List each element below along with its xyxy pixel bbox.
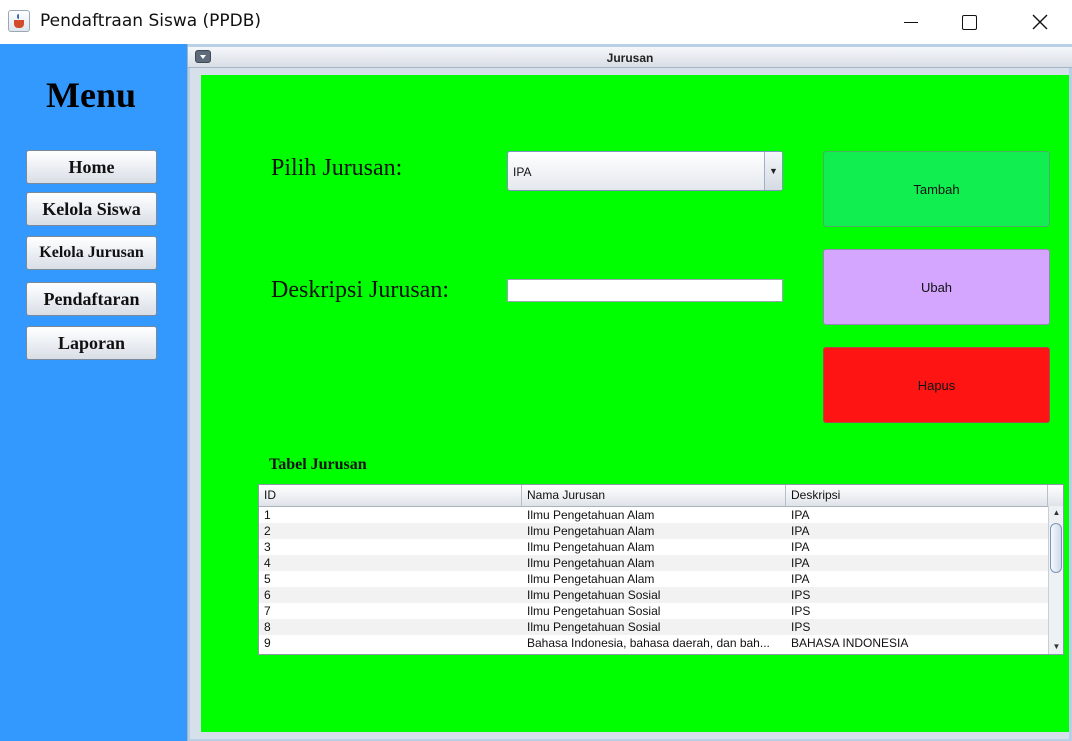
scroll-up-arrow-icon[interactable]: ▲	[1049, 506, 1063, 520]
minimize-icon	[904, 21, 918, 23]
java-cup-icon	[8, 10, 30, 32]
cell-id: 1	[264, 508, 271, 522]
cell-id: 6	[264, 588, 271, 602]
pilih-jurusan-label: Pilih Jurusan:	[271, 155, 403, 181]
internal-frame-body: Pilih Jurusan: IPA ▼ Deskripsi Jurusan: …	[190, 68, 1069, 739]
table-row[interactable]: 9 Bahasa Indonesia, bahasa daerah, dan ba…	[259, 635, 1048, 651]
jurusan-dropdown-value: IPA	[513, 165, 532, 179]
column-header-deskripsi[interactable]: Deskripsi	[786, 485, 1048, 506]
ubah-button[interactable]: Ubah	[823, 249, 1050, 325]
cell-nama-jurusan: Ilmu Pengetahuan Sosial	[527, 620, 661, 634]
cell-nama-jurusan: Ilmu Pengetahuan Sosial	[527, 604, 661, 618]
cell-nama-jurusan: Bahasa Indonesia, bahasa daerah, dan bah…	[527, 636, 770, 650]
table-row[interactable]: 6 Ilmu Pengetahuan Sosial IPS	[259, 587, 1048, 603]
tambah-button[interactable]: Tambah	[823, 151, 1050, 227]
close-button[interactable]	[1005, 0, 1072, 44]
jurusan-dropdown[interactable]: IPA ▼	[507, 151, 783, 191]
cell-nama-jurusan: Ilmu Pengetahuan Alam	[527, 508, 655, 522]
menu-title: Menu	[46, 75, 136, 115]
cell-id: 3	[264, 540, 271, 554]
deskripsi-jurusan-label: Deskripsi Jurusan:	[271, 277, 449, 303]
cell-id: 2	[264, 524, 271, 538]
cell-id: 9	[264, 636, 271, 650]
cell-id: 8	[264, 620, 271, 634]
cell-deskripsi: IPA	[791, 556, 810, 570]
cell-deskripsi: IPS	[791, 620, 811, 634]
internal-frame-title: Jurusan	[606, 51, 654, 65]
cell-deskripsi: IPA	[791, 572, 810, 586]
sidebar-menu: Menu Home Kelola Siswa Kelola Jurusan Pe…	[0, 44, 187, 741]
cell-deskripsi: IPS	[791, 588, 811, 602]
window-title-bar: Pendaftraan Siswa (PPDB)	[0, 0, 1072, 45]
cell-nama-jurusan: Ilmu Pengetahuan Alam	[527, 556, 655, 570]
cell-nama-jurusan: Ilmu Pengetahuan Alam	[527, 524, 655, 538]
sidebar-item-laporan[interactable]: Laporan	[26, 326, 157, 360]
form-panel: Pilih Jurusan: IPA ▼ Deskripsi Jurusan: …	[201, 75, 1069, 732]
cell-deskripsi: BAHASA INDONESIA	[791, 636, 909, 650]
maximize-icon	[961, 14, 977, 30]
cell-deskripsi: IPA	[791, 540, 810, 554]
jurusan-table[interactable]: ID Nama Jurusan Deskripsi 1 Ilmu Pengetah…	[258, 484, 1064, 655]
table-row[interactable]: 1 Ilmu Pengetahuan Alam IPA	[259, 507, 1048, 523]
column-header-nama-jurusan[interactable]: Nama Jurusan	[522, 485, 786, 506]
sidebar-item-kelola-jurusan[interactable]: Kelola Jurusan	[26, 236, 157, 270]
sidebar-item-home[interactable]: Home	[26, 150, 157, 184]
cell-id: 7	[264, 604, 271, 618]
table-row[interactable]: 4 Ilmu Pengetahuan Alam IPA	[259, 555, 1048, 571]
deskripsi-jurusan-input[interactable]	[507, 279, 783, 302]
close-icon	[1032, 14, 1048, 30]
table-vertical-scrollbar[interactable]: ▲ ▼	[1048, 506, 1063, 654]
cell-id: 5	[264, 572, 271, 586]
dropdown-arrow-icon[interactable]: ▼	[764, 152, 782, 190]
cell-nama-jurusan: Ilmu Pengetahuan Alam	[527, 540, 655, 554]
cell-deskripsi: IPA	[791, 508, 810, 522]
sidebar-item-kelola-siswa[interactable]: Kelola Siswa	[26, 192, 157, 226]
table-body: 1 Ilmu Pengetahuan Alam IPA 2 Ilmu Pengetah…	[259, 507, 1048, 651]
cell-deskripsi: IPS	[791, 604, 811, 618]
internal-frame-title-bar[interactable]: Jurusan	[188, 47, 1072, 68]
maximize-button[interactable]	[934, 0, 1004, 44]
scrollbar-thumb[interactable]	[1050, 523, 1062, 573]
cell-nama-jurusan: Ilmu Pengetahuan Sosial	[527, 588, 661, 602]
table-row[interactable]: 2 Ilmu Pengetahuan Alam IPA	[259, 523, 1048, 539]
cell-deskripsi: IPA	[791, 524, 810, 538]
table-row[interactable]: 8 Ilmu Pengetahuan Sosial IPS	[259, 619, 1048, 635]
table-row[interactable]: 7 Ilmu Pengetahuan Sosial IPS	[259, 603, 1048, 619]
table-row[interactable]: 3 Ilmu Pengetahuan Alam IPA	[259, 539, 1048, 555]
table-row[interactable]: 5 Ilmu Pengetahuan Alam IPA	[259, 571, 1048, 587]
sidebar-item-pendaftaran[interactable]: Pendaftaran	[26, 282, 157, 316]
cell-id: 4	[264, 556, 271, 570]
internal-frame-jurusan: Jurusan Pilih Jurusan: IPA ▼ Deskripsi J…	[187, 44, 1072, 741]
window-title: Pendaftraan Siswa (PPDB)	[40, 11, 262, 31]
table-header: ID Nama Jurusan Deskripsi	[259, 485, 1063, 507]
hapus-button[interactable]: Hapus	[823, 347, 1050, 423]
cell-nama-jurusan: Ilmu Pengetahuan Alam	[527, 572, 655, 586]
table-title: Tabel Jurusan	[269, 456, 367, 473]
scroll-down-arrow-icon[interactable]: ▼	[1049, 640, 1063, 654]
column-header-id[interactable]: ID	[259, 485, 522, 506]
